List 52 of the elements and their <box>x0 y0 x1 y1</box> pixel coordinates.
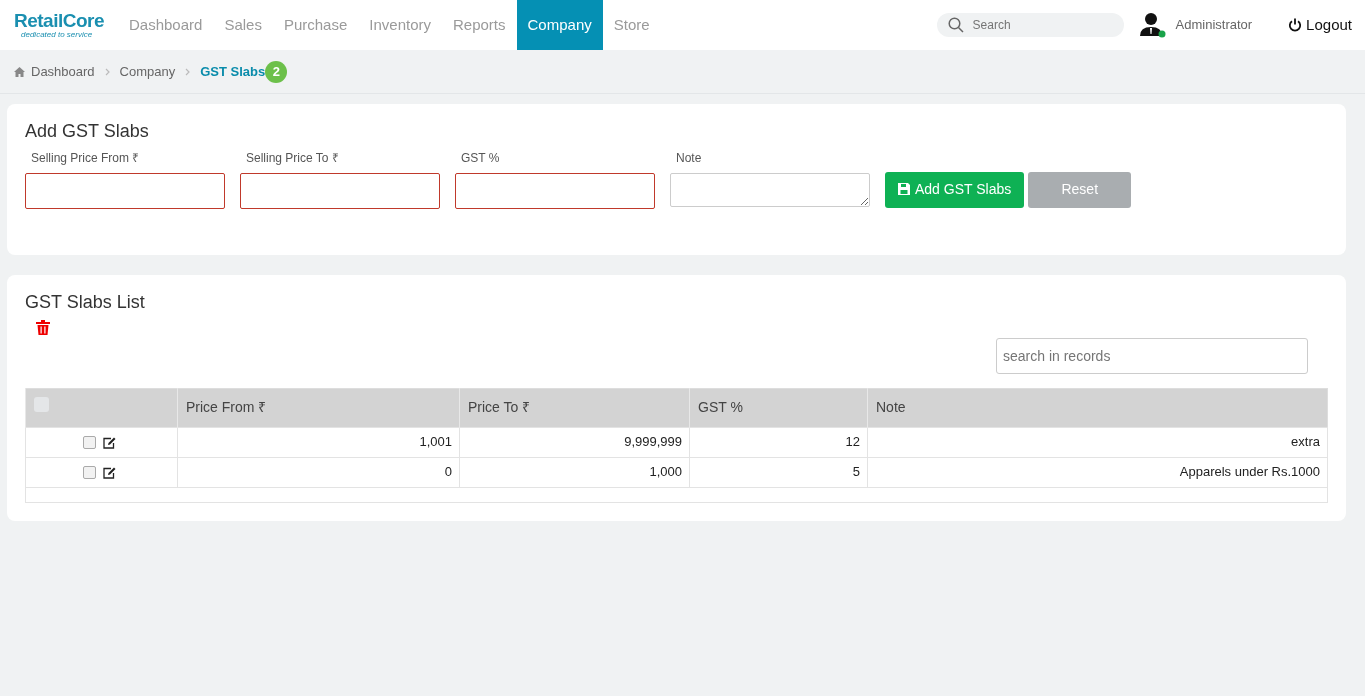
logout-link[interactable]: Logout <box>1288 0 1352 50</box>
save-icon <box>898 183 910 196</box>
field-label: GST % <box>461 149 501 167</box>
field-label: Selling Price To ₹ <box>246 149 340 167</box>
nav-tab[interactable]: Sales <box>213 0 273 50</box>
field-label: Selling Price From ₹ <box>31 149 141 167</box>
nav-tab[interactable]: Dashboard <box>118 0 214 50</box>
table-cell: Apparels under Rs.1000 <box>867 457 1328 488</box>
brand-tagline: dedicated to service <box>20 29 94 40</box>
table-cell: 9,999,999 <box>459 427 690 458</box>
row-checkbox[interactable] <box>83 436 96 450</box>
column-header: Price To ₹ <box>459 388 690 428</box>
reset-button[interactable]: Reset <box>1028 171 1132 208</box>
table-cell: 1,001 <box>177 427 460 458</box>
home-icon <box>14 66 25 77</box>
row-checkbox[interactable] <box>83 466 96 480</box>
column-header: Note <box>867 388 1328 428</box>
input-field[interactable] <box>25 172 225 209</box>
input-field[interactable] <box>240 172 440 209</box>
add-button[interactable]: Add GST Slabs <box>885 171 1025 208</box>
chevron-icon <box>185 67 191 76</box>
edit-icon[interactable] <box>103 436 116 449</box>
delete-icon[interactable] <box>36 319 50 335</box>
count-badge: 2 <box>265 60 288 83</box>
nav-tab[interactable]: Inventory <box>358 0 442 50</box>
field-label: Note <box>676 149 703 167</box>
note-field[interactable] <box>670 172 870 207</box>
table-cell: 0 <box>177 457 460 488</box>
input-field[interactable] <box>455 172 655 209</box>
brand-logo: RetailCore <box>14 10 104 30</box>
table-cell: 12 <box>689 427 868 458</box>
breadcrumb-link[interactable]: GST Slabs <box>200 61 266 82</box>
search-field[interactable]: search in records <box>996 337 1308 374</box>
table-cell: extra <box>867 427 1328 458</box>
nav-tab[interactable]: Reports <box>442 0 517 50</box>
power-icon <box>1288 18 1303 32</box>
nav-tab[interactable]: Store <box>602 0 661 50</box>
table-cell: 1,000 <box>459 457 690 488</box>
search-field[interactable]: Search <box>936 13 1124 37</box>
breadcrumb-link[interactable]: Company <box>119 61 176 82</box>
column-header: GST % <box>689 388 868 428</box>
user-name: Administrator <box>1175 16 1253 35</box>
column-header: Price From ₹ <box>177 388 460 428</box>
breadcrumb-link[interactable]: Dashboard <box>31 61 95 82</box>
edit-icon[interactable] <box>103 466 116 479</box>
table-cell: 5 <box>689 457 868 488</box>
card-title: Add GST Slabs <box>25 121 150 143</box>
user-avatar-icon <box>1139 12 1166 38</box>
nav-tab[interactable]: Purchase <box>272 0 359 50</box>
card-title: GST Slabs List <box>25 292 146 314</box>
nav-tab[interactable]: Company <box>516 0 603 50</box>
chevron-icon <box>104 67 110 76</box>
